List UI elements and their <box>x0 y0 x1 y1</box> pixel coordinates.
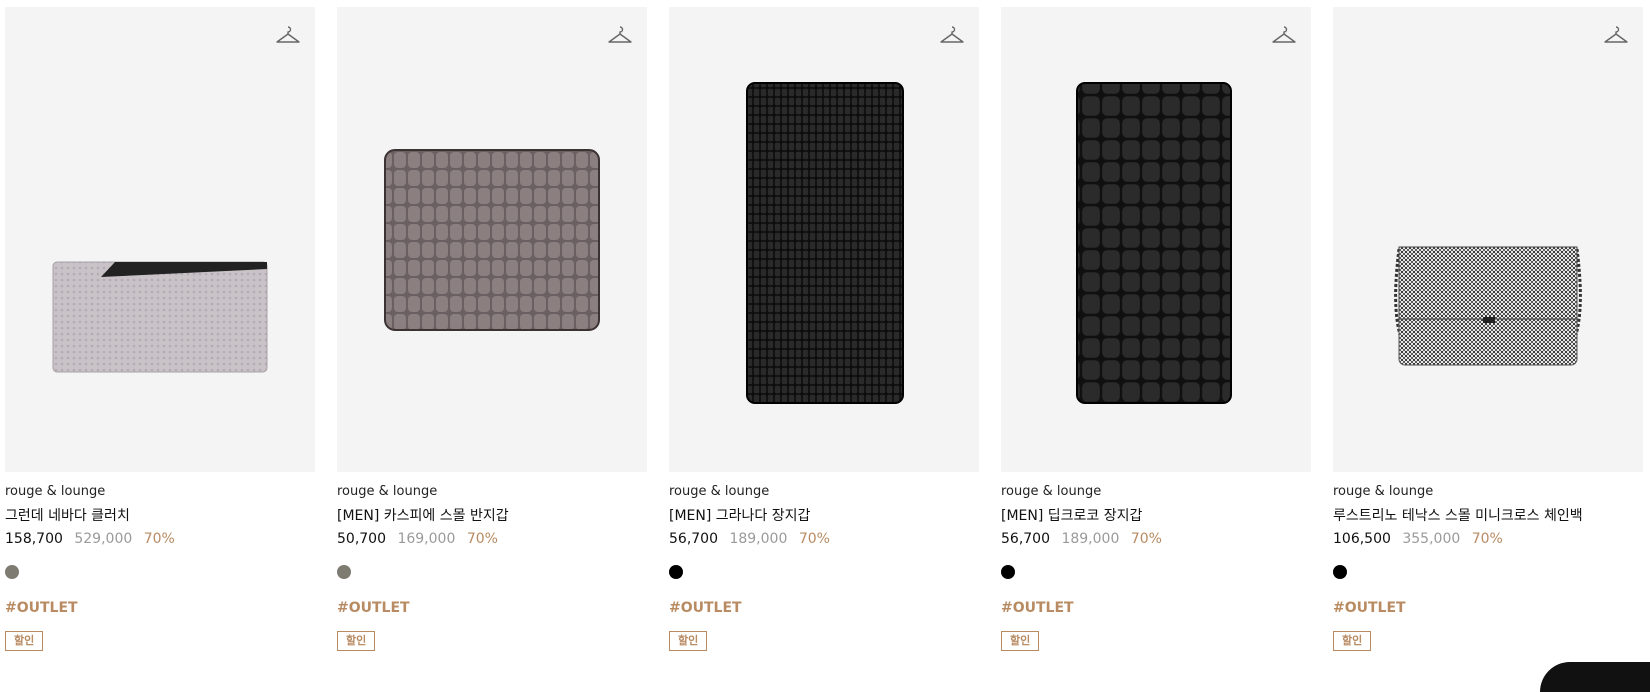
price-current: 56,700 <box>1001 531 1050 547</box>
clutch-image <box>5 7 315 472</box>
product-prices: 158,700 529,000 70% <box>5 530 315 548</box>
discount-badge: 할인 <box>5 631 43 651</box>
discount-percent: 70% <box>467 531 498 547</box>
hanger-icon[interactable] <box>275 23 301 49</box>
discount-percent: 70% <box>144 531 175 547</box>
price-current: 56,700 <box>669 531 718 547</box>
color-swatch[interactable] <box>1001 565 1015 579</box>
product-brand[interactable]: rouge & lounge <box>5 484 315 500</box>
color-swatch[interactable] <box>1333 565 1347 579</box>
discount-percent: 70% <box>1131 531 1162 547</box>
product-image[interactable] <box>1001 7 1311 472</box>
product-card[interactable]: rouge & lounge 그런데 네바다 클러치 158,700 529,0… <box>5 7 315 651</box>
product-name[interactable]: 루스트리노 테낙스 스몰 미니크로스 체인백 <box>1333 507 1643 525</box>
product-name[interactable]: 그런데 네바다 클러치 <box>5 507 315 525</box>
outlet-tag[interactable]: #OUTLET <box>1333 599 1643 617</box>
product-image[interactable] <box>5 7 315 472</box>
product-card[interactable]: rouge & lounge [MEN] 딥크로코 장지갑 56,700 189… <box>1001 7 1311 651</box>
long-wallet-image <box>669 7 979 472</box>
discount-badge: 할인 <box>1333 631 1371 651</box>
discount-percent: 70% <box>1472 531 1503 547</box>
hanger-icon[interactable] <box>1271 23 1297 49</box>
discount-badge: 할인 <box>669 631 707 651</box>
product-name[interactable]: [MEN] 딥크로코 장지갑 <box>1001 507 1311 525</box>
product-brand[interactable]: rouge & lounge <box>1333 484 1643 500</box>
product-brand[interactable]: rouge & lounge <box>669 484 979 500</box>
floating-widget[interactable] <box>1540 662 1650 692</box>
hanger-icon[interactable] <box>1603 23 1629 49</box>
color-swatch[interactable] <box>337 565 351 579</box>
product-brand[interactable]: rouge & lounge <box>1001 484 1311 500</box>
outlet-tag[interactable]: #OUTLET <box>669 599 979 617</box>
discount-percent: 70% <box>799 531 830 547</box>
price-original: 169,000 <box>397 531 455 547</box>
hanger-icon[interactable] <box>939 23 965 49</box>
long-wallet-image <box>1001 7 1311 472</box>
product-image[interactable] <box>337 7 647 472</box>
chain-bag-image <box>1333 7 1643 472</box>
outlet-tag[interactable]: #OUTLET <box>5 599 315 617</box>
product-card[interactable]: rouge & lounge [MEN] 카스피에 스몰 반지갑 50,700 … <box>337 7 647 651</box>
product-prices: 106,500 355,000 70% <box>1333 530 1643 548</box>
product-prices: 50,700 169,000 70% <box>337 530 647 548</box>
color-swatch[interactable] <box>669 565 683 579</box>
product-card[interactable]: rouge & lounge 루스트리노 테낙스 스몰 미니크로스 체인백 10… <box>1333 7 1643 651</box>
product-image[interactable] <box>1333 7 1643 472</box>
product-brand[interactable]: rouge & lounge <box>337 484 647 500</box>
product-card[interactable]: rouge & lounge [MEN] 그라나다 장지갑 56,700 189… <box>669 7 979 651</box>
price-current: 158,700 <box>5 531 63 547</box>
color-swatch[interactable] <box>5 565 19 579</box>
bifold-wallet-image <box>337 7 647 472</box>
price-current: 50,700 <box>337 531 386 547</box>
price-original: 355,000 <box>1402 531 1460 547</box>
product-image[interactable] <box>669 7 979 472</box>
outlet-tag[interactable]: #OUTLET <box>1001 599 1311 617</box>
product-grid: rouge & lounge 그런데 네바다 클러치 158,700 529,0… <box>5 7 1643 651</box>
product-prices: 56,700 189,000 70% <box>1001 530 1311 548</box>
price-current: 106,500 <box>1333 531 1391 547</box>
discount-badge: 할인 <box>1001 631 1039 651</box>
hanger-icon[interactable] <box>607 23 633 49</box>
price-original: 529,000 <box>74 531 132 547</box>
product-name[interactable]: [MEN] 카스피에 스몰 반지갑 <box>337 507 647 525</box>
product-prices: 56,700 189,000 70% <box>669 530 979 548</box>
price-original: 189,000 <box>1061 531 1119 547</box>
price-original: 189,000 <box>729 531 787 547</box>
outlet-tag[interactable]: #OUTLET <box>337 599 647 617</box>
product-name[interactable]: [MEN] 그라나다 장지갑 <box>669 507 979 525</box>
discount-badge: 할인 <box>337 631 375 651</box>
